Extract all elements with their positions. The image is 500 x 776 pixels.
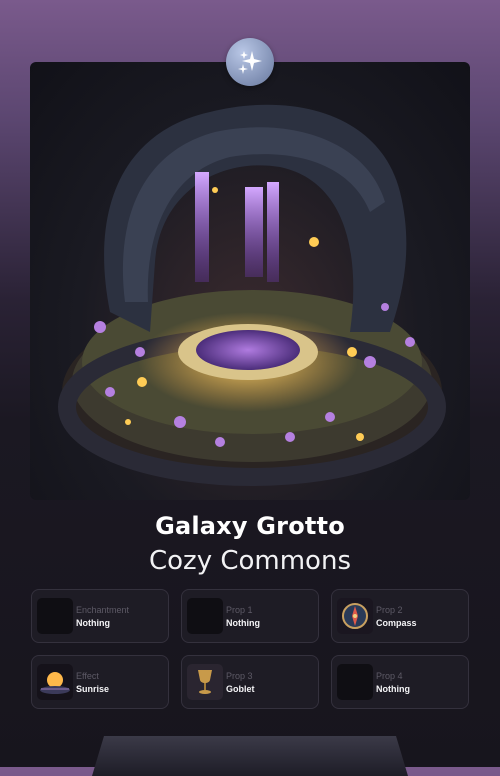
slot-label: Effect [76,671,99,681]
empty-slot-icon [37,598,73,634]
slot-value: Nothing [76,618,110,628]
slot-label: Prop 2 [376,605,403,615]
slot-enchantment[interactable]: Enchantment Nothing [31,589,169,643]
slot-prop-4[interactable]: Prop 4 Nothing [331,655,469,709]
sparkle-icon [238,51,262,74]
slot-value: Compass [376,618,417,628]
rarity-badge [226,38,274,86]
slot-label: Prop 1 [226,605,253,615]
slot-label: Prop 3 [226,671,253,681]
goblet-icon [187,664,223,700]
slot-prop-1[interactable]: Prop 1 Nothing [181,589,319,643]
slot-label: Enchantment [76,605,130,615]
slot-label: Prop 4 [376,671,403,681]
slot-value: Nothing [376,684,410,694]
item-artwork [30,62,470,500]
grotto-illustration [58,104,446,486]
compass-icon [337,598,373,634]
bottom-panel-tab[interactable] [92,736,408,776]
empty-slot-icon [337,664,373,700]
sunrise-icon [37,664,73,700]
slot-value: Nothing [226,618,260,628]
slot-value: Sunrise [76,684,110,694]
slot-effect[interactable]: Effect Sunrise [31,655,169,709]
slot-prop-2[interactable]: Prop 2 Compass [331,589,469,643]
item-title: Galaxy Grotto [155,512,345,540]
slot-value: Goblet [226,684,255,694]
empty-slot-icon [187,598,223,634]
collection-name: Cozy Commons [148,546,351,576]
slot-prop-3[interactable]: Prop 3 Goblet [181,655,319,709]
